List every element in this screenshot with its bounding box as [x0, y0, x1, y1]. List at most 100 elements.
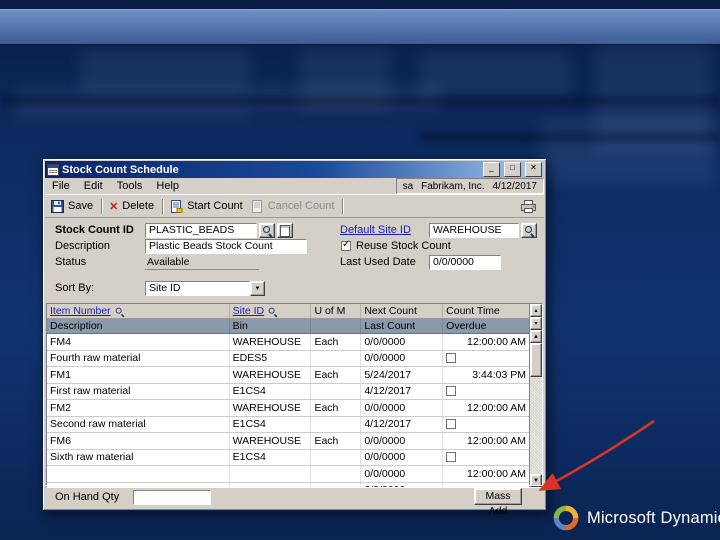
cell-site-id[interactable]: WAREHOUSE — [230, 367, 312, 383]
note-button[interactable] — [277, 223, 293, 238]
cell-item-number[interactable]: FM6 — [47, 433, 230, 449]
session-date: 4/12/2017 — [492, 180, 538, 192]
cell-item-number[interactable]: FM1 — [47, 367, 230, 383]
grid-row-main[interactable]: FM6 WAREHOUSE Each 0/0/0000 12:00:00 AM — [47, 433, 529, 450]
overdue-checkbox[interactable] — [446, 386, 457, 397]
cell-site-id[interactable]: WAREHOUSE — [230, 334, 312, 350]
maximize-button[interactable]: □ — [504, 162, 521, 177]
cancel-count-icon — [251, 199, 262, 213]
cell-description[interactable]: Fourth raw material — [47, 350, 230, 366]
brand-text: Microsoft Dynamics™ — [587, 508, 720, 527]
cell-site-id[interactable]: WAREHOUSE — [230, 433, 312, 449]
cell-count-time[interactable]: 12:00:00 AM — [443, 466, 529, 482]
background-texture — [420, 52, 570, 98]
cell-next-count[interactable]: 0/0/0000 — [361, 466, 444, 482]
cell-item-number[interactable]: FM4 — [47, 334, 230, 350]
cell-description[interactable]: Second raw material — [47, 416, 230, 432]
cell-uom[interactable]: Each — [311, 367, 362, 383]
grid-row-detail[interactable]: Fourth raw material EDES5 0/0/0000 — [47, 350, 529, 367]
menu-help[interactable]: Help — [149, 180, 186, 192]
on-hand-qty-field[interactable] — [133, 490, 211, 505]
session-company: Fabrikam, Inc. — [421, 180, 485, 192]
session-info: sa Fabrikam, Inc. 4/12/2017 — [395, 178, 544, 194]
cell-next-count[interactable]: 0/0/0000 — [361, 433, 444, 449]
cell-next-count[interactable]: 0/0/0000 — [361, 334, 444, 350]
reuse-stock-count-checkbox[interactable] — [341, 239, 351, 251]
cell-uom[interactable]: Each — [311, 400, 362, 416]
blank-header — [311, 319, 362, 333]
cell-bin[interactable]: E1CS4 — [230, 383, 312, 399]
default-site-lookup-button[interactable] — [521, 223, 537, 238]
grid-row-main[interactable]: FM2 WAREHOUSE Each 0/0/0000 12:00:00 AM — [47, 400, 529, 417]
last-used-date-field[interactable]: 0/0/0000 — [429, 255, 501, 270]
cell-last-count[interactable]: 0/0/0000 — [361, 449, 444, 465]
cell-uom[interactable] — [311, 466, 362, 482]
default-site-id-link[interactable]: Default Site ID — [340, 223, 411, 237]
cell-next-count[interactable]: 0/0/0000 — [361, 400, 444, 416]
cell-count-time[interactable]: 12:00:00 AM — [443, 400, 529, 416]
cell-description[interactable]: Sixth raw material — [47, 449, 230, 465]
cell-bin[interactable]: E1CS4 — [230, 416, 312, 432]
close-button[interactable]: ✕ — [525, 162, 542, 177]
cell-item-number[interactable] — [47, 466, 230, 482]
scrollbar-thumb[interactable] — [530, 343, 542, 377]
chevron-down-icon[interactable] — [250, 281, 265, 296]
cell-uom[interactable]: Each — [311, 334, 362, 350]
grid-row-detail[interactable]: First raw material E1CS4 4/12/2017 — [47, 383, 529, 400]
cell-uom[interactable]: Each — [311, 433, 362, 449]
description-field[interactable]: Plastic Beads Stock Count — [145, 239, 307, 254]
menu-file[interactable]: File — [45, 180, 77, 192]
stock-count-id-lookup-button[interactable] — [259, 223, 275, 238]
cell-next-count[interactable]: 5/24/2017 — [361, 367, 444, 383]
grid-row-main[interactable]: FM4 WAREHOUSE Each 0/0/0000 12:00:00 AM — [47, 334, 529, 351]
start-count-button[interactable]: Start Count — [167, 199, 248, 214]
cell-site-id[interactable]: WAREHOUSE — [230, 400, 312, 416]
print-button[interactable] — [518, 199, 541, 214]
slide-background: Stock Count Schedule _ □ ✕ File Edit Too… — [0, 0, 720, 540]
window-titlebar[interactable]: Stock Count Schedule _ □ ✕ — [45, 161, 544, 178]
bin-header: Bin — [230, 319, 312, 333]
description-label: Description — [55, 240, 111, 252]
sort-by-label: Sort By: — [55, 282, 95, 294]
expand-detail-button[interactable] — [530, 317, 542, 330]
cell-count-time[interactable]: 3:44:03 PM — [443, 367, 529, 383]
grid-row-main[interactable]: FM1 WAREHOUSE Each 5/24/2017 3:44:03 PM — [47, 367, 529, 384]
status-label: Status — [55, 256, 87, 268]
overdue-checkbox[interactable] — [446, 419, 457, 430]
cell-site-id[interactable] — [230, 466, 312, 482]
scroll-up-arrow[interactable] — [530, 330, 542, 343]
grid-main: Item Number Site ID U of M Next Count Co… — [47, 304, 529, 487]
stock-count-id-field[interactable]: PLASTIC_BEADS — [145, 223, 257, 238]
save-button[interactable]: Save — [48, 199, 98, 214]
cell-last-count[interactable]: 0/0/0000 — [361, 350, 444, 366]
overdue-checkbox[interactable] — [446, 452, 457, 463]
cell-count-time[interactable]: 12:00:00 AM — [443, 433, 529, 449]
grid-row-detail[interactable]: Second raw material E1CS4 4/12/2017 — [47, 416, 529, 433]
cell-description[interactable]: First raw material — [47, 383, 230, 399]
start-count-icon — [171, 199, 183, 213]
mass-add-button[interactable]: Mass Add — [474, 488, 522, 517]
default-site-id-field[interactable]: WAREHOUSE — [429, 223, 519, 238]
cell-last-count[interactable]: 4/12/2017 — [361, 383, 444, 399]
collapse-detail-button[interactable] — [530, 304, 542, 317]
cell-count-time[interactable]: 12:00:00 AM — [443, 334, 529, 350]
minimize-button[interactable]: _ — [483, 162, 500, 177]
stock-count-schedule-window: Stock Count Schedule _ □ ✕ File Edit Too… — [42, 158, 547, 517]
site-id-header[interactable]: Site ID — [230, 304, 312, 318]
overdue-checkbox[interactable] — [446, 353, 457, 364]
delete-button[interactable]: Delete — [106, 199, 159, 214]
cell-item-number[interactable]: FM2 — [47, 400, 230, 416]
cell-bin[interactable]: EDES5 — [230, 350, 312, 366]
site-id-lookup-icon[interactable] — [268, 306, 277, 315]
item-number-lookup-icon[interactable] — [115, 306, 124, 315]
sort-by-dropdown[interactable]: Site ID — [145, 281, 265, 296]
item-number-header[interactable]: Item Number — [47, 304, 230, 318]
scrollbar-track[interactable] — [530, 343, 542, 474]
grid-row-detail[interactable]: Sixth raw material E1CS4 0/0/0000 — [47, 449, 529, 466]
menu-tools[interactable]: Tools — [110, 180, 150, 192]
grid-row-main[interactable]: 0/0/0000 12:00:00 AM — [47, 466, 529, 483]
cancel-count-button[interactable]: Cancel Count — [248, 199, 340, 214]
cell-bin[interactable]: E1CS4 — [230, 449, 312, 465]
menu-edit[interactable]: Edit — [77, 180, 110, 192]
cell-last-count[interactable]: 4/12/2017 — [361, 416, 444, 432]
